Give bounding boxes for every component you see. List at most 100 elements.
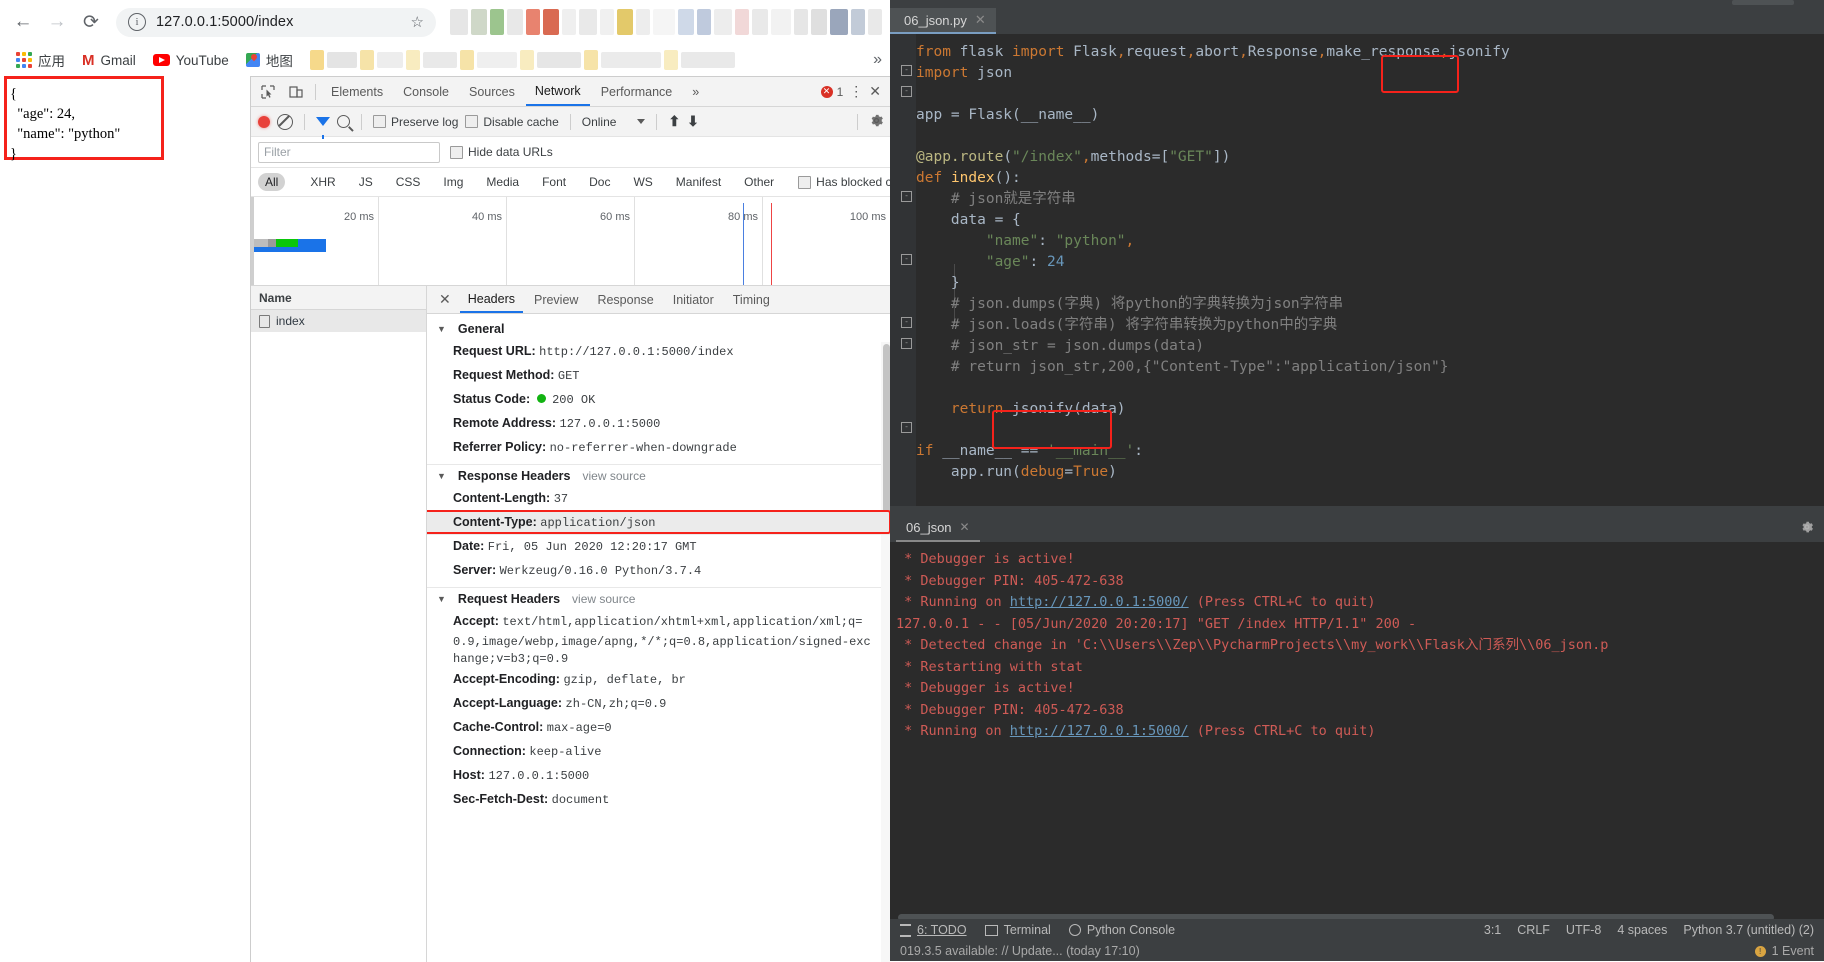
detail-tab-initiator[interactable]: Initiator <box>665 289 722 311</box>
header-row: Request URL: http://127.0.0.1:5000/index <box>453 344 734 359</box>
detail-tab-timing[interactable]: Timing <box>725 289 778 311</box>
header-row: Status Code: 200 OK <box>453 392 596 407</box>
close-detail-icon[interactable]: ✕ <box>433 291 457 308</box>
preserve-log-checkbox[interactable]: Preserve log <box>373 115 458 129</box>
close-icon[interactable]: ✕ <box>975 12 986 28</box>
throttling-select-value[interactable]: Online <box>582 115 617 129</box>
view-source-link[interactable]: view source <box>572 592 635 606</box>
error-count-badge[interactable]: ✕ 1 <box>820 85 843 99</box>
disable-cache-checkbox[interactable]: Disable cache <box>465 115 559 129</box>
gear-icon[interactable] <box>1800 520 1814 538</box>
status-tool-todo[interactable]: 6: TODO <box>900 923 967 937</box>
python-interpreter[interactable]: Python 3.7 (untitled) (2) <box>1683 923 1814 937</box>
status-ok-icon <box>536 394 546 403</box>
back-button[interactable]: ← <box>8 7 38 37</box>
fold-icon[interactable]: - <box>901 422 912 433</box>
device-toolbar-icon[interactable] <box>283 80 309 104</box>
code-editor[interactable]: - - - - - - - from flask import Flask,re… <box>890 34 1824 506</box>
type-filter-ws[interactable]: WS <box>626 173 659 191</box>
inspect-element-icon[interactable] <box>255 80 281 104</box>
console-line: * Restarting with stat <box>896 658 1083 675</box>
hide-data-urls-checkbox[interactable]: Hide data URLs <box>450 145 553 159</box>
request-name: index <box>276 314 305 328</box>
view-source-link[interactable]: view source <box>582 469 645 483</box>
type-filter-img[interactable]: Img <box>436 173 470 191</box>
section-title: Request Headers <box>457 592 561 606</box>
run-tab-06-json[interactable]: 06_json ✕ <box>896 514 980 542</box>
table-row[interactable]: index <box>251 310 426 332</box>
filter-icon[interactable] <box>316 117 330 139</box>
reload-button[interactable]: ⟳ <box>76 7 106 37</box>
section-request-headers-header[interactable]: ▼ Request Headers view source <box>427 587 891 610</box>
tab-network[interactable]: Network <box>525 79 590 106</box>
checkbox <box>465 115 479 128</box>
type-filter-font[interactable]: Font <box>535 173 573 191</box>
bookmark-apps[interactable]: 应用 <box>10 48 71 72</box>
bookmark-gmail[interactable]: M Gmail <box>76 50 142 71</box>
address-bar[interactable]: i 127.0.0.1:5000/index ☆ <box>116 7 436 37</box>
bookmark-maps[interactable]: 地图 <box>240 48 299 72</box>
tab-performance[interactable]: Performance <box>592 80 682 104</box>
type-filter-other[interactable]: Other <box>737 173 781 191</box>
address-bar-url: 127.0.0.1:5000/index <box>156 14 294 30</box>
type-filter-js[interactable]: JS <box>352 173 380 191</box>
fold-icon[interactable]: - <box>901 338 912 349</box>
detail-tab-headers[interactable]: Headers <box>459 288 523 313</box>
console-url-link[interactable]: http://127.0.0.1:5000/ <box>1010 594 1189 610</box>
type-filter-manifest[interactable]: Manifest <box>669 173 728 191</box>
network-overview-timeline[interactable]: 20 ms 40 ms 60 ms 80 ms 100 ms <box>251 197 891 286</box>
record-icon[interactable] <box>258 115 270 128</box>
site-info-icon[interactable]: i <box>128 13 146 31</box>
filter-input[interactable]: Filter <box>258 141 440 163</box>
indent-setting[interactable]: 4 spaces <box>1617 923 1667 937</box>
type-filter-all[interactable]: All <box>258 173 286 191</box>
detail-tab-preview[interactable]: Preview <box>526 289 586 311</box>
detail-scrollbar-thumb[interactable] <box>883 344 890 514</box>
bookmarks-overflow-button[interactable]: » <box>873 51 882 69</box>
console-url-link[interactable]: http://127.0.0.1:5000/ <box>1010 723 1189 739</box>
clear-icon[interactable] <box>277 113 293 130</box>
header-key: Cache-Control <box>453 720 540 734</box>
status-tool-python-console[interactable]: Python Console <box>1068 923 1175 937</box>
devtools-menu-icon[interactable]: ⋮ <box>849 83 863 100</box>
chevron-down-icon[interactable] <box>637 119 646 124</box>
section-response-headers-header[interactable]: ▼ Response Headers view source <box>427 464 891 487</box>
headers-scroll-area[interactable]: ▼ General Request URL: http://127.0.0.1:… <box>427 314 891 962</box>
forward-button[interactable]: → <box>42 7 72 37</box>
fold-icon[interactable]: - <box>901 86 912 97</box>
event-log-button[interactable]: ! 1 Event <box>1754 944 1814 958</box>
bookmark-star-icon[interactable]: ☆ <box>411 13 424 31</box>
export-har-icon[interactable]: ⬇ <box>687 113 699 130</box>
fold-icon[interactable]: - <box>901 317 912 328</box>
detail-tab-response[interactable]: Response <box>589 289 661 311</box>
more-tabs-button[interactable]: » <box>683 80 708 104</box>
fold-icon[interactable]: - <box>901 191 912 202</box>
header-row: Accept: text/html,application/xhtml+xml,… <box>453 614 863 629</box>
type-filter-css[interactable]: CSS <box>389 173 428 191</box>
devtools-close-icon[interactable]: ✕ <box>869 83 881 100</box>
caret-position[interactable]: 3:1 <box>1484 923 1501 937</box>
timeline-tick: 20 ms <box>344 211 374 223</box>
import-har-icon[interactable]: ⬆ <box>668 113 680 130</box>
fold-icon[interactable]: - <box>901 254 912 265</box>
search-icon[interactable] <box>337 115 350 128</box>
editor-gutter[interactable] <box>890 34 916 506</box>
status-tool-terminal[interactable]: Terminal <box>984 923 1051 937</box>
type-filter-media[interactable]: Media <box>479 173 526 191</box>
section-general-header[interactable]: ▼ General <box>427 318 891 340</box>
bookmark-youtube[interactable]: YouTube <box>147 51 235 70</box>
line-separator[interactable]: CRLF <box>1517 923 1550 937</box>
tab-sources[interactable]: Sources <box>460 80 524 104</box>
type-filter-doc[interactable]: Doc <box>582 173 617 191</box>
editor-tab-06-json-py[interactable]: 06_json.py ✕ <box>890 8 996 34</box>
type-filter-xhr[interactable]: XHR <box>303 173 342 191</box>
file-encoding[interactable]: UTF-8 <box>1566 923 1601 937</box>
fold-icon[interactable]: - <box>901 65 912 76</box>
run-console-output[interactable]: * Debugger is active! * Debugger PIN: 40… <box>890 542 1824 743</box>
gear-icon[interactable] <box>869 113 884 131</box>
header-value-continuation: 0.9,image/webp,image/apng,*/*;q=0.8,appl… <box>453 635 871 649</box>
close-icon[interactable]: ✕ <box>960 520 970 534</box>
update-notification[interactable]: 019.3.5 available: // Update... (today 1… <box>900 944 1140 958</box>
tab-console[interactable]: Console <box>394 80 458 104</box>
tab-elements[interactable]: Elements <box>322 80 392 104</box>
